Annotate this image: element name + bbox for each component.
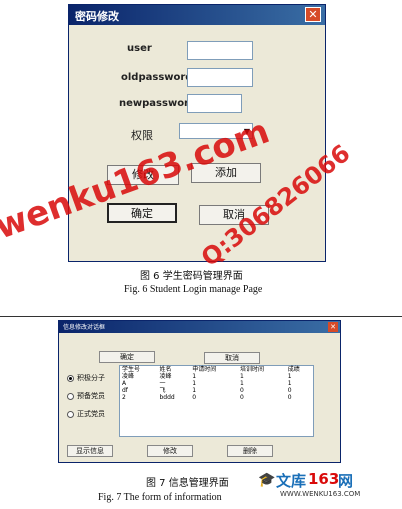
close-icon[interactable]: ✕ <box>328 322 338 332</box>
user-input[interactable] <box>187 41 253 60</box>
dialog-titlebar: 密码修改 ✕ <box>69 5 325 25</box>
table-row[interactable]: 2 bddd 00 0 <box>120 394 313 401</box>
table-row[interactable]: df 飞 10 0 <box>120 387 313 394</box>
logo-url: WWW.WENKU163.COM <box>280 490 361 498</box>
info-dialog: 信息修改对话框 ✕ 确定 取消 积极分子 预备党员 正式党员 学生号 姓名 申请… <box>58 320 341 463</box>
logo-num: 163 <box>308 470 340 488</box>
oldpassword-label: oldpassword <box>121 72 193 83</box>
newpassword-label: newpassword <box>119 98 197 109</box>
radio-full-member[interactable]: 正式党员 <box>67 409 105 419</box>
oldpassword-input[interactable] <box>187 68 253 87</box>
graduation-cap-icon: 🎓 <box>258 472 276 488</box>
modify-button[interactable]: 修改 <box>147 445 193 457</box>
fig7-caption-en: Fig. 7 The form of information <box>98 492 222 503</box>
logo-cn: 文库 <box>276 472 307 490</box>
radio-probationary[interactable]: 预备党员 <box>67 391 105 401</box>
data-grid[interactable]: 学生号 姓名 申请时间 培训时间 成绩 凌峰 凌峰 11 1 A一 11 1 df… <box>119 365 314 437</box>
table-row[interactable]: 凌峰 凌峰 11 1 <box>120 373 313 380</box>
radio-activist[interactable]: 积极分子 <box>67 373 105 383</box>
show-info-button[interactable]: 显示信息 <box>67 445 113 457</box>
cancel-button[interactable]: 取消 <box>204 352 260 364</box>
dialog-title: 密码修改 <box>75 10 119 23</box>
dialog-titlebar: 信息修改对话框 ✕ <box>59 321 340 333</box>
password-dialog: 密码修改 ✕ user oldpassword newpassword 权限 ▼… <box>68 4 326 262</box>
close-icon[interactable]: ✕ <box>305 7 321 22</box>
newpassword-input[interactable] <box>187 94 242 113</box>
permission-label: 权限 <box>131 129 153 142</box>
table-row[interactable]: A一 11 1 <box>120 380 313 387</box>
delete-button[interactable]: 删除 <box>227 445 273 457</box>
dialog-title: 信息修改对话框 <box>63 324 106 331</box>
confirm-button[interactable]: 确定 <box>99 351 155 363</box>
user-label: user <box>127 43 152 54</box>
fig6-caption-cn: 图 6 学生密码管理界面 <box>140 271 243 282</box>
fig6-caption-en: Fig. 6 Student Login manage Page <box>124 284 263 295</box>
divider <box>0 316 402 317</box>
logo-net: 网 <box>338 472 354 490</box>
fig7-caption-cn: 图 7 信息管理界面 <box>146 478 229 489</box>
table-header: 学生号 姓名 申请时间 培训时间 成绩 <box>122 366 300 373</box>
